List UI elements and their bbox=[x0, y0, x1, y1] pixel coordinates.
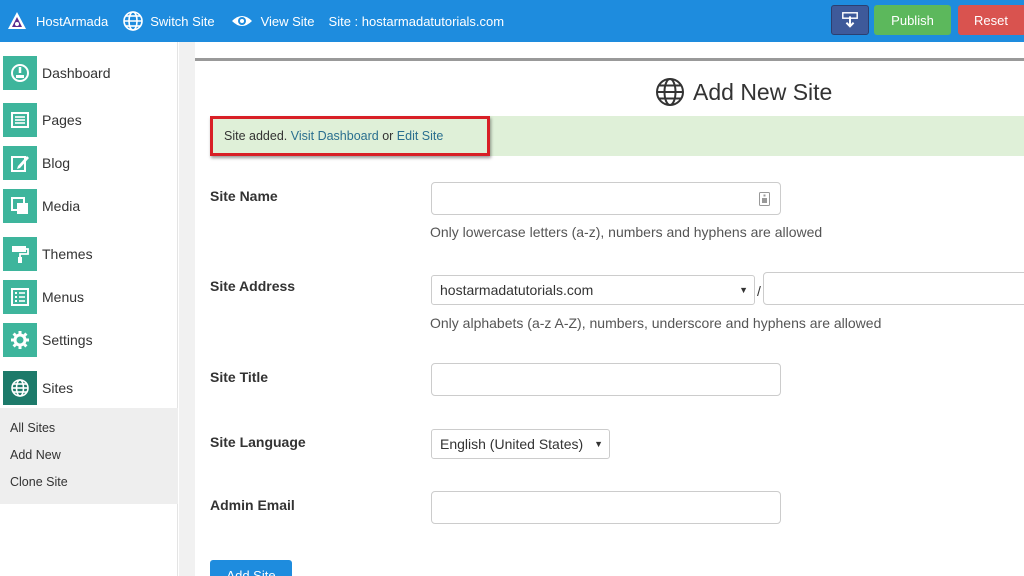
visit-dashboard-link[interactable]: Visit Dashboard bbox=[291, 129, 379, 143]
sidebar-item-settings[interactable]: Settings bbox=[0, 323, 178, 357]
site-name-label: Site Name bbox=[210, 188, 278, 204]
site-language-label: Site Language bbox=[210, 434, 306, 450]
edit-site-link[interactable]: Edit Site bbox=[397, 129, 444, 143]
add-site-button[interactable]: Add Site bbox=[210, 560, 292, 576]
gear-icon bbox=[3, 323, 37, 357]
site-address-help: Only alphabets (a-z A-Z), numbers, under… bbox=[430, 315, 882, 331]
site-address-domain-select[interactable]: hostarmadatutorials.com ▼ bbox=[431, 275, 755, 305]
brand[interactable]: HostArmada bbox=[6, 10, 108, 32]
site-address-label: Site Address bbox=[210, 278, 296, 294]
submenu-all-sites[interactable]: All Sites bbox=[10, 421, 55, 435]
site-language-select[interactable]: English (United States) ▼ bbox=[431, 429, 610, 459]
page-title-text: Add New Site bbox=[693, 78, 833, 105]
content-gutter bbox=[179, 42, 195, 576]
paint-roller-icon bbox=[3, 237, 37, 271]
publish-button[interactable]: Publish bbox=[874, 5, 951, 35]
sidebar: Dashboard Pages Blog Media Themes Menus bbox=[0, 42, 178, 576]
success-notice: Site added. Visit Dashboard or Edit Site bbox=[210, 116, 1024, 156]
sidebar-item-themes[interactable]: Themes bbox=[0, 237, 178, 271]
current-site-label: Site : hostarmadatutorials.com bbox=[328, 13, 505, 29]
notice-highlight: Site added. Visit Dashboard or Edit Site bbox=[210, 116, 490, 156]
sites-submenu: All Sites Add New Clone Site bbox=[0, 408, 178, 504]
address-separator: / bbox=[757, 283, 761, 299]
chevron-down-icon: ▼ bbox=[594, 439, 603, 449]
sidebar-item-label: Media bbox=[42, 198, 81, 214]
media-icon bbox=[3, 189, 37, 223]
site-address-path-input[interactable] bbox=[763, 272, 1024, 305]
view-site-label: View Site bbox=[260, 13, 315, 29]
site-name-input[interactable] bbox=[431, 182, 781, 215]
site-name-help: Only lowercase letters (a-z), numbers an… bbox=[430, 224, 823, 240]
sidebar-item-label: Sites bbox=[42, 380, 74, 396]
reset-button[interactable]: Reset bbox=[958, 5, 1024, 35]
main-content: Add New Site Site added. Visit Dashboard… bbox=[195, 58, 1024, 576]
switch-site-button[interactable]: Switch Site bbox=[122, 10, 215, 32]
top-bar: HostArmada Switch Site View Site Site : … bbox=[0, 0, 1024, 42]
sidebar-item-label: Blog bbox=[42, 155, 71, 171]
globe-icon bbox=[123, 11, 144, 31]
hostarmada-logo-icon bbox=[8, 12, 26, 29]
globe-icon bbox=[3, 371, 37, 405]
blog-icon bbox=[3, 146, 37, 180]
page-title: Add New Site bbox=[655, 77, 832, 107]
view-site-button[interactable]: View Site bbox=[229, 10, 315, 32]
sidebar-item-label: Settings bbox=[42, 332, 93, 348]
admin-email-input[interactable] bbox=[431, 491, 781, 524]
notice-middle: or bbox=[378, 129, 397, 143]
download-button[interactable] bbox=[831, 5, 869, 35]
download-icon bbox=[842, 12, 858, 28]
sidebar-item-menus[interactable]: Menus bbox=[0, 280, 178, 314]
sidebar-item-label: Pages bbox=[42, 112, 82, 128]
sidebar-item-label: Dashboard bbox=[42, 65, 111, 81]
sidebar-item-pages[interactable]: Pages bbox=[0, 103, 178, 137]
globe-icon bbox=[656, 78, 684, 106]
notice-prefix: Site added. bbox=[224, 129, 291, 143]
site-title-input[interactable] bbox=[431, 363, 781, 396]
pages-icon bbox=[3, 103, 37, 137]
password-manager-icon bbox=[759, 192, 770, 206]
sidebar-item-blog[interactable]: Blog bbox=[0, 146, 178, 180]
chevron-down-icon: ▼ bbox=[739, 285, 748, 295]
eye-icon bbox=[231, 16, 252, 26]
submenu-add-new[interactable]: Add New bbox=[10, 448, 61, 462]
admin-email-label: Admin Email bbox=[210, 497, 295, 513]
site-title-label: Site Title bbox=[210, 369, 269, 385]
submenu-clone-site[interactable]: Clone Site bbox=[10, 475, 68, 489]
sidebar-item-label: Themes bbox=[42, 246, 93, 262]
brand-name: HostArmada bbox=[36, 13, 109, 29]
domain-select-value: hostarmadatutorials.com bbox=[440, 282, 594, 298]
sidebar-item-sites[interactable]: Sites bbox=[0, 371, 178, 405]
sidebar-item-label: Menus bbox=[42, 289, 85, 305]
dashboard-icon bbox=[3, 56, 37, 90]
switch-site-label: Switch Site bbox=[150, 13, 215, 29]
sidebar-item-media[interactable]: Media bbox=[0, 189, 178, 223]
sidebar-item-dashboard[interactable]: Dashboard bbox=[0, 56, 178, 90]
menu-list-icon bbox=[3, 280, 37, 314]
language-select-value: English (United States) bbox=[440, 436, 584, 452]
